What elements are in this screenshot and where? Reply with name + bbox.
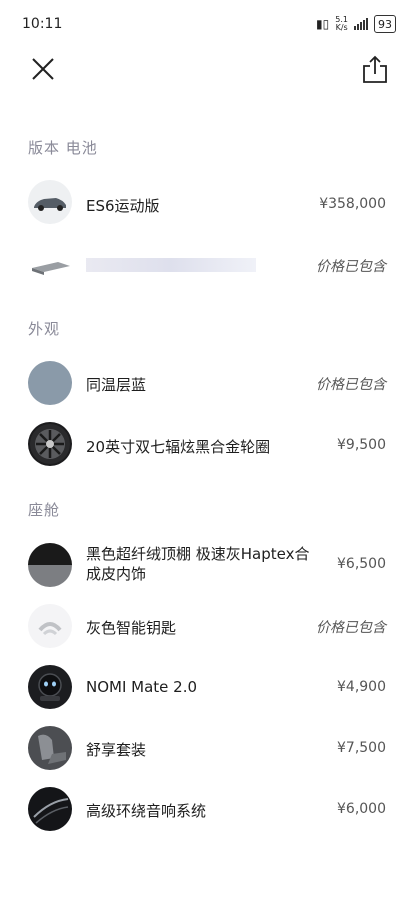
wheel-thumbnail [28, 422, 72, 466]
list-item-key[interactable]: 灰色智能钥匙 价格已包含 [0, 596, 418, 656]
item-price: ¥6,500 [337, 556, 386, 572]
item-name: NOMI Mate 2.0 [86, 678, 198, 696]
list-item-comfort[interactable]: 舒享套装 ¥7,500 [0, 718, 418, 778]
close-icon[interactable] [30, 56, 56, 82]
item-name: 20英寸双七辐炫黑合金轮圈 [86, 438, 271, 456]
section-title-version-battery: 版本 电池 [28, 139, 98, 157]
share-icon[interactable] [362, 54, 388, 84]
section-title-exterior: 外观 [28, 320, 61, 338]
item-price: ¥4,900 [337, 679, 386, 695]
seat-thumbnail [28, 726, 72, 770]
item-name: ES6运动版 [86, 197, 160, 215]
list-item-wheels[interactable]: 20英寸双七辐炫黑合金轮圈 ¥9,500 [0, 414, 418, 474]
item-price: 价格已包含 [316, 377, 386, 393]
status-time: 10:11 [22, 16, 63, 32]
item-name: 灰色智能钥匙 [86, 619, 177, 637]
item-price: 价格已包含 [316, 259, 386, 275]
item-name: 黑色超纤绒顶棚 极速灰Haptex合 成皮内饰 [86, 545, 310, 583]
list-item-nomi[interactable]: NOMI Mate 2.0 ¥4,900 [0, 657, 418, 717]
battery-icon: 93 [374, 15, 396, 33]
list-item-version[interactable]: ES6运动版 ¥358,000 [0, 172, 418, 232]
item-name: 舒享套装 [86, 741, 147, 759]
car-thumbnail [28, 180, 72, 224]
list-item-interior[interactable]: 黑色超纤绒顶棚 极速灰Haptex合 成皮内饰 ¥6,500 [0, 533, 418, 597]
item-name: 高级环绕音响系统 [86, 802, 207, 820]
item-price: ¥358,000 [319, 196, 386, 212]
item-name: 同温层蓝 [86, 376, 147, 394]
vibrate-icon: ▮▯ [316, 17, 330, 31]
section-title-cabin: 座舱 [28, 501, 61, 519]
status-icons: ▮▯ 5.1 K/s 93 [316, 15, 396, 33]
paint-color-swatch [28, 361, 72, 405]
list-item-battery[interactable]: 价格已包含 [0, 234, 418, 294]
nomi-thumbnail [28, 665, 72, 709]
list-item-audio[interactable]: 高级环绕音响系统 ¥6,000 [0, 779, 418, 839]
smart-key-thumbnail [28, 604, 72, 648]
interior-trim-thumbnail [28, 543, 72, 587]
audio-thumbnail [28, 787, 72, 831]
top-bar [0, 48, 418, 90]
network-speed: 5.1 K/s [335, 15, 348, 32]
signal-icon [354, 18, 368, 30]
item-price: ¥6,000 [337, 801, 386, 817]
list-item-paint[interactable]: 同温层蓝 价格已包含 [0, 353, 418, 413]
item-price: ¥7,500 [337, 740, 386, 756]
item-price: 价格已包含 [316, 620, 386, 636]
status-bar: 10:11 ▮▯ 5.1 K/s 93 [0, 0, 418, 48]
item-price: ¥9,500 [337, 437, 386, 453]
item-name-blurred [86, 258, 256, 272]
battery-pack-thumbnail [28, 242, 72, 286]
